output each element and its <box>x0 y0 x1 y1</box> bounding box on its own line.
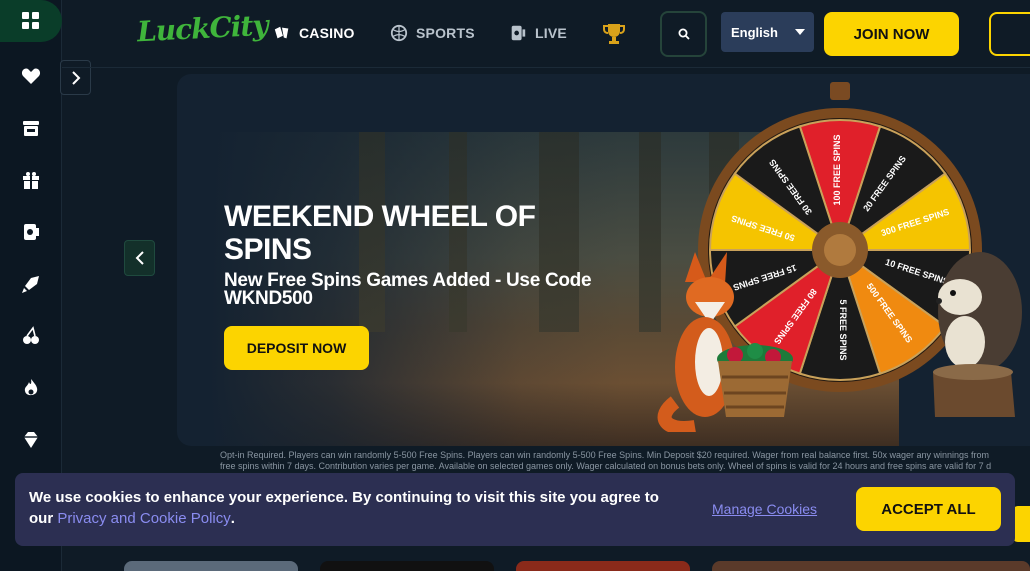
sidebar-item-vip[interactable] <box>0 414 62 466</box>
sidebar-item-slots[interactable] <box>0 310 62 362</box>
sidebar-item-store[interactable] <box>0 102 62 154</box>
cards-icon <box>274 26 289 39</box>
game-tile[interactable] <box>320 561 494 571</box>
search-button[interactable] <box>660 11 707 57</box>
privacy-policy-link[interactable]: Privacy and Cookie Policy <box>57 510 230 527</box>
manage-cookies-link[interactable]: Manage Cookies <box>712 501 817 517</box>
wheel-segment-label: 5 FREE SPINS <box>838 299 848 360</box>
caret-down-icon <box>795 29 805 35</box>
chevron-right-icon <box>71 70 80 85</box>
game-tile[interactable] <box>124 561 298 571</box>
nav-live[interactable]: LIVE <box>509 24 567 42</box>
game-tile[interactable] <box>516 561 690 571</box>
diamond-icon <box>24 432 38 448</box>
prize-wheel-illustration: 100 FREE SPINS 20 FREE SPINS 300 FREE SPIN… <box>657 82 1022 432</box>
sidebar-item-hot[interactable] <box>0 362 62 414</box>
chip-basket-illustration <box>717 343 793 417</box>
deposit-now-button[interactable]: DEPOSIT NOW <box>224 326 369 370</box>
nav-sports[interactable]: SPORTS <box>390 24 475 42</box>
game-tile[interactable] <box>712 561 1030 571</box>
login-button[interactable] <box>989 12 1030 56</box>
nav-sports-label: SPORTS <box>416 25 475 41</box>
terms-line-1: Opt-in Required. Players can win randoml… <box>220 450 990 460</box>
chevron-left-icon <box>135 251 144 265</box>
accept-all-button[interactable]: ACCEPT ALL <box>856 487 1001 531</box>
ball-icon <box>390 24 408 42</box>
tournaments-button[interactable] <box>602 22 626 51</box>
nav-casino-label: CASINO <box>299 25 355 41</box>
language-value: English <box>731 24 778 40</box>
store-icon <box>23 121 39 136</box>
nav-casino[interactable]: CASINO <box>273 24 355 42</box>
cookie-message-end: . <box>230 510 235 527</box>
rocket-icon <box>22 276 39 293</box>
gift-icon <box>23 172 39 189</box>
banner-title: WEEKEND WHEEL OF SPINS <box>224 200 536 266</box>
terms-line-2: free spins within 7 days. Contribution v… <box>220 461 992 471</box>
flame-icon <box>24 379 38 396</box>
sidebar-menu-button[interactable] <box>0 0 62 42</box>
card-icon <box>24 224 39 240</box>
trophy-icon <box>603 24 625 44</box>
promo-terms: Opt-in Required. Players can win randoml… <box>220 450 1030 472</box>
cherries-icon <box>23 326 39 344</box>
cookie-banner: We use cookies to enhance your experienc… <box>15 473 1015 546</box>
sidebar-item-live-casino[interactable] <box>0 206 62 258</box>
language-select[interactable]: English <box>721 12 814 52</box>
wheel-segment-label: 100 FREE SPINS <box>832 134 842 205</box>
join-now-button[interactable]: JOIN NOW <box>824 12 959 56</box>
banner-prev-button[interactable] <box>124 240 155 276</box>
sidebar-item-crash[interactable] <box>0 258 62 310</box>
heart-icon <box>21 68 41 84</box>
site-logo[interactable]: LuckCity <box>136 9 268 49</box>
cookie-message: We use cookies to enhance your experienc… <box>29 487 669 529</box>
top-header: LuckCity CASINO SPORTS LIVE English JOIN… <box>62 0 1030 68</box>
grid-icon <box>22 12 39 29</box>
hedgehog-illustration <box>933 252 1022 417</box>
banner-subtitle: New Free Spins Games Added - Use Code WK… <box>224 270 592 309</box>
nav-live-label: LIVE <box>535 25 567 41</box>
sidebar-item-promotions[interactable] <box>0 154 62 206</box>
search-icon <box>678 28 690 40</box>
live-card-icon <box>511 25 526 41</box>
sidebar-item-favorites[interactable] <box>0 50 62 102</box>
